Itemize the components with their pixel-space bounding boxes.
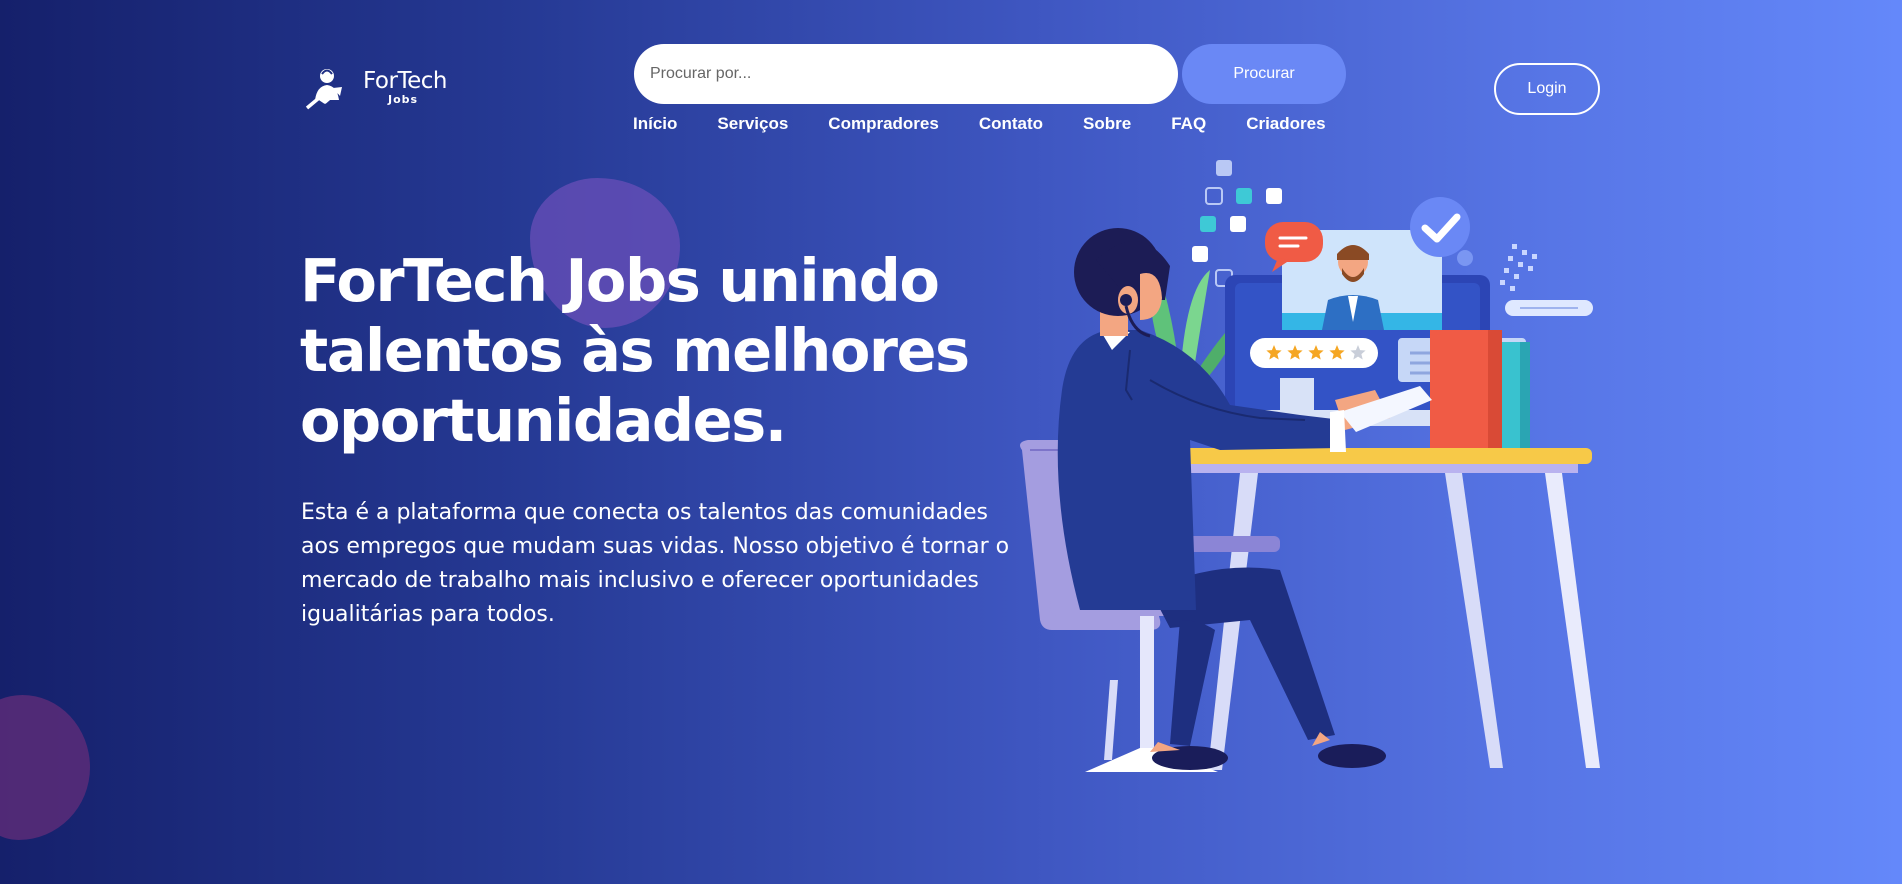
search-input[interactable] [634,44,1178,104]
logo-subtitle: Jobs [388,93,419,106]
logo-icon [305,69,342,110]
dot-grid [1500,244,1537,291]
search-button[interactable]: Procurar [1182,44,1346,104]
login-button[interactable]: Login [1494,63,1600,115]
logo[interactable]: ForTech Jobs [305,66,455,112]
logo-title: ForTech [363,68,447,94]
main-nav: Início Serviços Compradores Contato Sobr… [633,114,1326,138]
books [1430,330,1530,460]
hero-section: ForTech Jobs Procurar Início Serviços Co… [0,0,1902,884]
nav-item-contato[interactable]: Contato [979,114,1043,138]
rating-card [1250,338,1378,368]
nav-item-inicio[interactable]: Início [633,114,677,138]
nav-item-faq[interactable]: FAQ [1171,114,1206,138]
nav-item-criadores[interactable]: Criadores [1246,114,1325,138]
nav-item-sobre[interactable]: Sobre [1083,114,1131,138]
nav-item-compradores[interactable]: Compradores [828,114,939,138]
decorative-blob-bottom [0,695,90,840]
floating-squares [1192,160,1282,287]
hero-description: Esta é a plataforma que conecta os talen… [301,500,1010,627]
check-icon [1410,197,1470,257]
hero-illustration [1020,160,1600,772]
hero-headline: ForTech Jobs unindo talentos às melhores… [300,246,970,455]
nav-item-servicos[interactable]: Serviços [717,114,788,138]
